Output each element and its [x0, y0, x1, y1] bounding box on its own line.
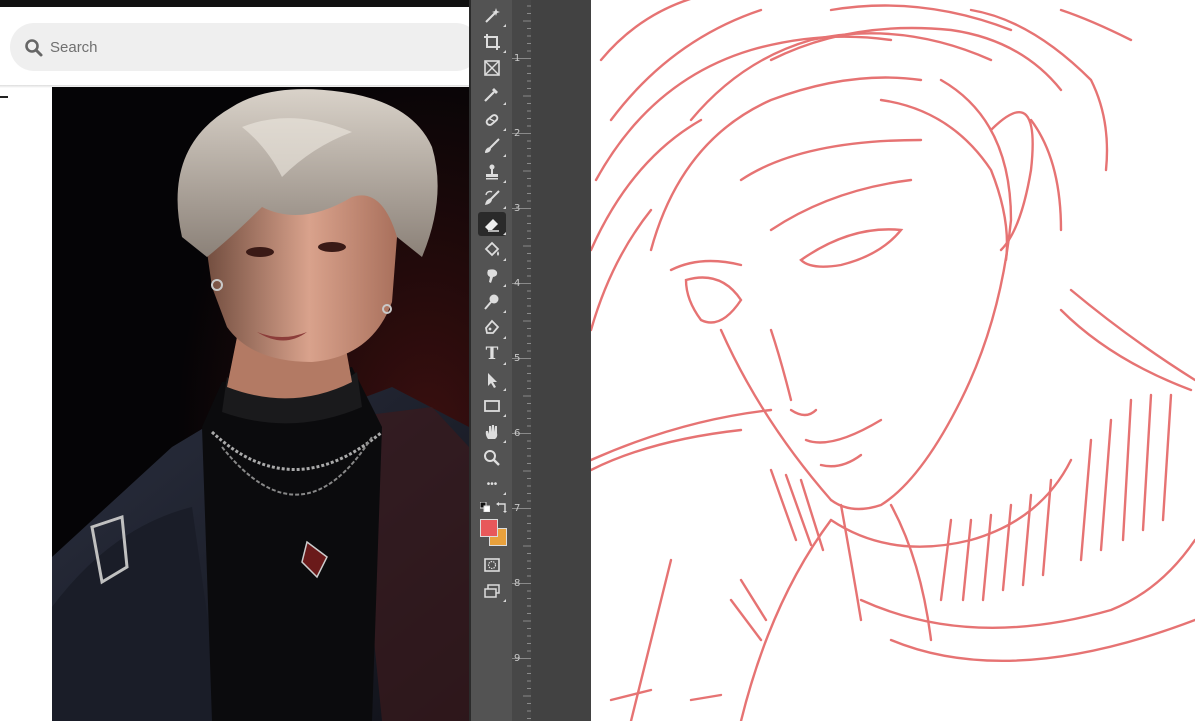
path-selection-tool[interactable] [478, 368, 506, 392]
ruler-label: 5 [514, 353, 521, 364]
ruler-label: 2 [514, 128, 521, 139]
color-swatches [480, 500, 510, 548]
clone-stamp-icon [486, 164, 498, 180]
drawing-canvas[interactable] [591, 0, 1195, 721]
ruler-label: 7 [514, 503, 521, 514]
paint-bucket-tool[interactable] [478, 238, 506, 262]
healing-brush-tool[interactable] [478, 108, 506, 132]
quick-mask-button[interactable] [478, 553, 506, 577]
history-brush-icon [485, 190, 500, 205]
reference-photo[interactable] [52, 87, 469, 721]
ruler-label: 6 [514, 428, 521, 439]
more-tools-icon: ••• [486, 478, 498, 490]
screen-mode-icon [484, 584, 500, 598]
side-marker [0, 96, 8, 98]
smudge-icon [487, 269, 498, 283]
hand-tool[interactable] [478, 420, 506, 444]
eraser-tool[interactable] [478, 212, 506, 236]
swap-colors-icon[interactable] [496, 501, 508, 513]
frame-tool[interactable] [478, 56, 506, 80]
default-colors-icon[interactable] [480, 502, 490, 512]
tools-panel: T ••• [469, 0, 512, 721]
smudge-tool[interactable] [478, 264, 506, 288]
brush-icon [485, 138, 500, 153]
hand-icon [485, 425, 498, 439]
healing-brush-icon [485, 114, 499, 126]
path-selection-icon [488, 373, 497, 388]
crop-icon [484, 34, 500, 50]
pen-icon [485, 319, 500, 334]
quick-mask-icon [484, 558, 500, 572]
zoom-tool[interactable] [478, 446, 506, 470]
zoom-icon [484, 450, 500, 466]
screen-mode-button[interactable] [478, 579, 506, 603]
type-icon: T [485, 344, 499, 364]
foreground-color-swatch[interactable] [480, 519, 498, 537]
brush-tool[interactable] [478, 134, 506, 158]
ruler-label: 9 [514, 653, 521, 664]
paint-bucket-icon [484, 241, 500, 257]
search-icon[interactable] [24, 38, 44, 58]
ruler-label: 1 [514, 53, 521, 64]
ruler-label: 4 [514, 278, 521, 289]
more-tools-button[interactable]: ••• [478, 472, 506, 496]
crop-tool[interactable] [478, 30, 506, 54]
clone-stamp-tool[interactable] [478, 160, 506, 184]
eyedropper-tool[interactable] [478, 82, 506, 106]
dodge-icon [484, 294, 499, 310]
magic-wand-tool[interactable] [478, 4, 506, 28]
history-brush-tool[interactable] [478, 186, 506, 210]
top-bar [0, 0, 469, 7]
rectangle-icon [484, 400, 500, 412]
eraser-icon [485, 219, 499, 232]
frame-icon [484, 60, 500, 76]
rectangle-tool[interactable] [478, 394, 506, 418]
dodge-tool[interactable] [478, 290, 506, 314]
canvas-pasteboard [531, 0, 591, 721]
vertical-ruler: 1 2 3 4 5 6 7 8 9 [512, 0, 531, 721]
ruler-label: 3 [514, 203, 521, 214]
type-tool[interactable]: T [478, 342, 506, 366]
sketch-drawing [591, 0, 1195, 721]
search-bar[interactable] [10, 23, 469, 71]
eyedropper-icon [484, 88, 498, 102]
magic-wand-icon [485, 8, 500, 23]
search-input[interactable] [50, 33, 450, 61]
ruler-label: 8 [514, 578, 521, 589]
pen-tool[interactable] [478, 316, 506, 340]
reference-browser-panel [0, 0, 469, 721]
